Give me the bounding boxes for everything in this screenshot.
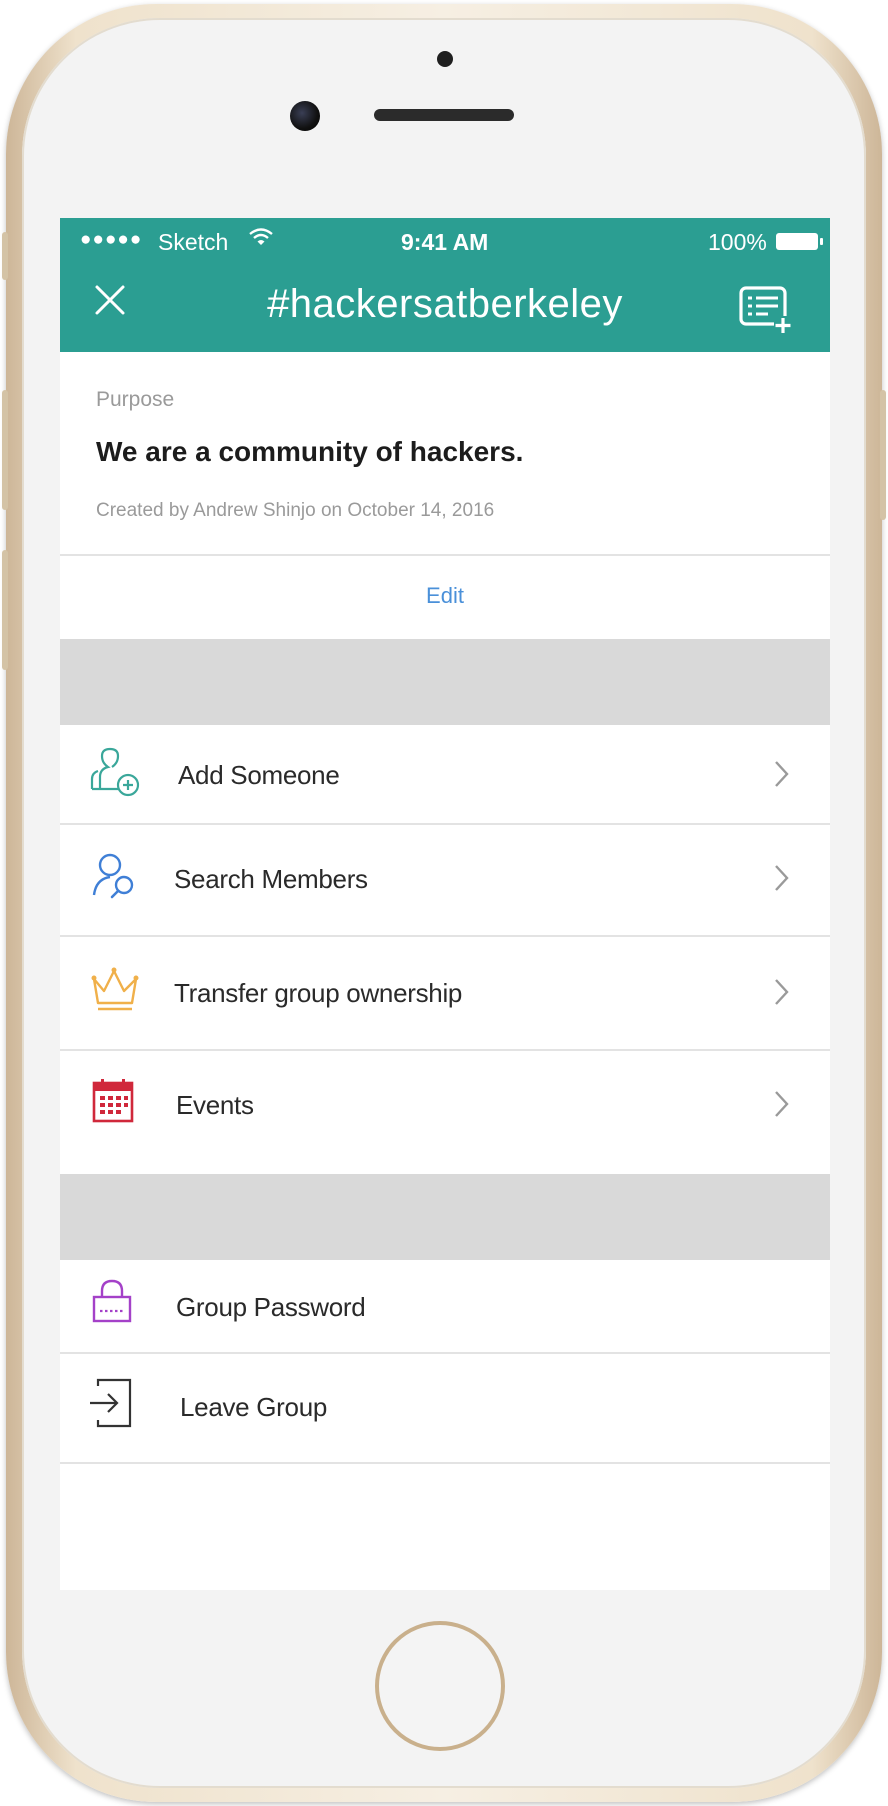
volume-up-button [2, 390, 8, 510]
status-bar: ●●●●● Sketch 9:41 AM 100% [60, 218, 830, 268]
front-camera [290, 101, 320, 131]
carrier-name: Sketch [158, 229, 229, 255]
signal-indicator: ●●●●● [80, 229, 143, 250]
new-post-button[interactable] [738, 285, 794, 335]
calendar-icon [90, 1077, 142, 1129]
purpose-text: We are a community of hackers. [96, 436, 524, 467]
chevron-right-icon [770, 1086, 794, 1122]
chevron-right-icon [770, 974, 794, 1010]
purpose-label: Purpose [96, 388, 175, 411]
home-button[interactable] [375, 1621, 505, 1751]
menu-item-transfer-ownership[interactable]: Transfer group ownership [60, 937, 830, 1049]
wifi-icon [248, 226, 274, 254]
proximity-sensor [437, 51, 453, 67]
crown-icon [90, 965, 142, 1017]
mute-switch [2, 232, 8, 280]
menu-item-events[interactable]: Events [60, 1051, 830, 1159]
menu-item-label: Add Someone [178, 760, 340, 790]
earpiece-speaker [374, 109, 514, 121]
chevron-right-icon [770, 860, 794, 896]
page-title: #hackersatberkeley [267, 282, 623, 326]
search-members-icon [90, 851, 142, 903]
battery-percentage: 100% [708, 229, 767, 255]
menu-item-label: Search Members [174, 864, 368, 894]
chevron-right-icon [770, 756, 794, 792]
close-icon [95, 285, 125, 315]
volume-down-button [2, 550, 8, 670]
edit-button[interactable]: Edit [60, 555, 830, 639]
lock-icon [90, 1277, 142, 1329]
menu-item-search-members[interactable]: Search Members [60, 825, 830, 935]
battery-icon [776, 233, 823, 250]
add-user-icon [90, 747, 142, 799]
menu-item-label: Group Password [176, 1292, 366, 1322]
menu-item-label: Transfer group ownership [174, 978, 463, 1008]
clock: 9:41 AM [401, 229, 489, 255]
power-button [880, 390, 886, 520]
navigation-bar: #hackersatberkeley [60, 268, 830, 352]
menu-item-add-someone[interactable]: Add Someone [60, 725, 830, 823]
section-separator [60, 639, 830, 725]
menu-item-label: Events [176, 1090, 254, 1120]
exit-icon [88, 1378, 140, 1430]
new-post-icon [739, 286, 792, 334]
section-separator [60, 1174, 830, 1260]
created-by-text: Created by Andrew Shinjo on October 14, … [96, 500, 495, 521]
menu-item-leave-group[interactable]: Leave Group [60, 1354, 830, 1460]
screen: ●●●●● Sketch 9:41 AM 100% #hackersatberk… [60, 218, 830, 1590]
divider [60, 1462, 830, 1464]
menu-item-label: Leave Group [180, 1392, 328, 1422]
close-button[interactable] [90, 282, 130, 322]
edit-label: Edit [426, 583, 464, 608]
menu-item-group-password[interactable]: Group Password [60, 1260, 830, 1350]
